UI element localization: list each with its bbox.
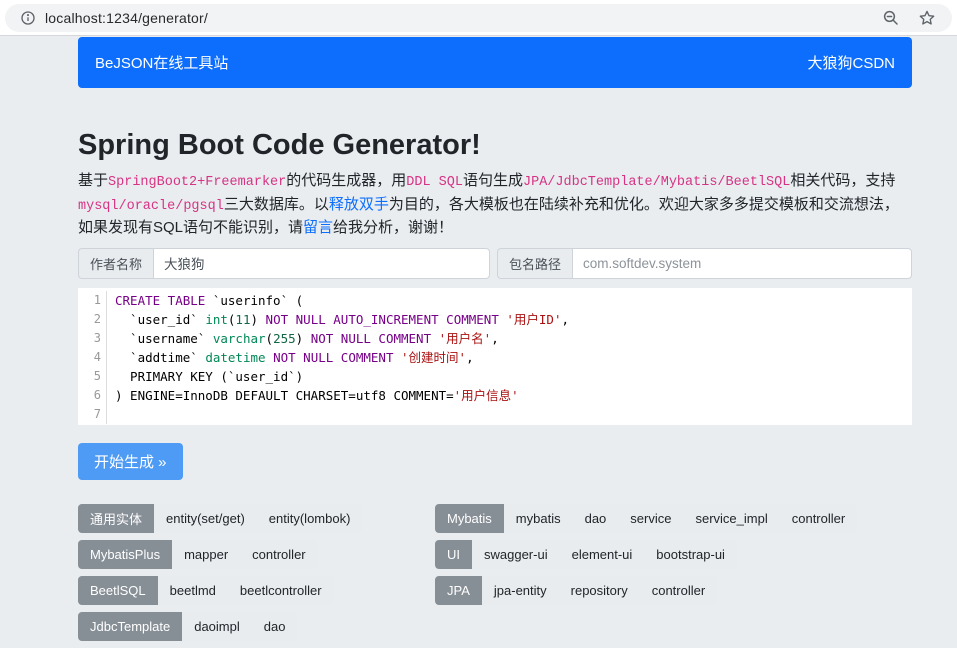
author-label: 作者名称: [78, 248, 153, 279]
template-item-button[interactable]: dao: [252, 612, 298, 641]
template-item-button[interactable]: beetlmd: [158, 576, 228, 605]
zoom-out-icon[interactable]: [878, 5, 904, 31]
code-line-content: ) ENGINE=InnoDB DEFAULT CHARSET=utf8 COM…: [107, 386, 519, 405]
line-number: 7: [78, 405, 107, 424]
code-span: DDL SQL: [406, 175, 463, 190]
template-group-mybatisplus: MybatisPlusmappercontroller: [78, 540, 318, 569]
template-item-button[interactable]: mapper: [172, 540, 240, 569]
address-bar[interactable]: localhost:1234/generator/: [5, 4, 952, 32]
template-item-button[interactable]: mybatis: [504, 504, 573, 533]
group-label-button[interactable]: UI: [435, 540, 472, 569]
template-item-button[interactable]: jpa-entity: [482, 576, 559, 605]
line-number: 3: [78, 329, 107, 348]
group-label-button[interactable]: JdbcTemplate: [78, 612, 182, 641]
template-item-button[interactable]: dao: [573, 504, 619, 533]
code-line-content: PRIMARY KEY (`user_id`): [107, 367, 303, 386]
description-text: 语句生成: [463, 172, 523, 189]
description-text: 三大数据库。以: [224, 196, 329, 213]
template-item-button[interactable]: controller: [240, 540, 317, 569]
template-item-button[interactable]: service: [618, 504, 683, 533]
navbar-csdn-link[interactable]: 大狼狗CSDN: [807, 52, 895, 73]
template-item-button[interactable]: entity(lombok): [257, 504, 363, 533]
template-item-button[interactable]: swagger-ui: [472, 540, 560, 569]
url-text[interactable]: localhost:1234/generator/: [45, 10, 878, 26]
description-text: 相关代码，支持: [790, 172, 895, 189]
navbar-brand-link[interactable]: BeJSON在线工具站: [95, 52, 228, 73]
template-group-jdbctemplate: JdbcTemplatedaoimpldao: [78, 612, 297, 641]
description: 基于SpringBoot2+Freemarker的代码生成器，用DDL SQL语…: [78, 170, 912, 239]
template-item-button[interactable]: controller: [640, 576, 717, 605]
template-item-button[interactable]: bootstrap-ui: [644, 540, 737, 569]
line-number: 4: [78, 348, 107, 367]
group-label-button[interactable]: 通用实体: [78, 504, 154, 533]
line-number: 5: [78, 367, 107, 386]
description-link[interactable]: 释放双手: [329, 196, 389, 213]
group-label-button[interactable]: BeetlSQL: [78, 576, 158, 605]
template-group-ui: UIswagger-uielement-uibootstrap-ui: [435, 540, 737, 569]
template-item-button[interactable]: beetlcontroller: [228, 576, 334, 605]
template-group-jpa: JPAjpa-entityrepositorycontroller: [435, 576, 717, 605]
package-input[interactable]: [572, 248, 912, 279]
package-label: 包名路径: [497, 248, 572, 279]
line-number: 6: [78, 386, 107, 405]
template-item-button[interactable]: controller: [780, 504, 857, 533]
template-group-beetlsql: BeetlSQLbeetlmdbeetlcontroller: [78, 576, 334, 605]
template-groups-right-column: Mybatismybatisdaoserviceservice_implcont…: [435, 504, 912, 648]
description-text: 给我分析，谢谢！: [333, 219, 453, 236]
generate-button[interactable]: 开始生成 »: [78, 443, 183, 480]
template-item-button[interactable]: service_impl: [683, 504, 779, 533]
template-groups: 通用实体entity(set/get)entity(lombok) Mybatis…: [78, 504, 912, 648]
line-number: 2: [78, 310, 107, 329]
form-row: 作者名称 包名路径: [78, 248, 912, 279]
template-item-button[interactable]: daoimpl: [182, 612, 252, 641]
info-icon[interactable]: [15, 5, 41, 31]
author-input[interactable]: [153, 248, 490, 279]
page-title: Spring Boot Code Generator!: [78, 128, 912, 162]
code-line[interactable]: 2 `user_id` int(11) NOT NULL AUTO_INCREM…: [78, 310, 912, 329]
package-input-group: 包名路径: [497, 248, 912, 279]
code-line[interactable]: 3 `username` varchar(255) NOT NULL COMME…: [78, 329, 912, 348]
code-line-content: `user_id` int(11) NOT NULL AUTO_INCREMEN…: [107, 310, 569, 329]
code-line[interactable]: 5 PRIMARY KEY (`user_id`): [78, 367, 912, 386]
template-group-mybatis: Mybatismybatisdaoserviceservice_implcont…: [435, 504, 857, 533]
code-line[interactable]: 4 `addtime` datetime NOT NULL COMMENT '创…: [78, 348, 912, 367]
code-line[interactable]: 1CREATE TABLE `userinfo` (: [78, 291, 912, 310]
page-container: BeJSON在线工具站 大狼狗CSDN Spring Boot Code Gen…: [78, 37, 912, 648]
code-line-content: CREATE TABLE `userinfo` (: [107, 291, 303, 310]
template-item-button[interactable]: repository: [559, 576, 640, 605]
description-text: 的代码生成器，用: [286, 172, 406, 189]
code-span: JPA/JdbcTemplate/Mybatis/BeetlSQL: [523, 175, 790, 190]
code-line-content: [107, 405, 115, 424]
template-groups-left-column: 通用实体entity(set/get)entity(lombok) Mybatis…: [78, 504, 435, 648]
code-line[interactable]: 7: [78, 405, 912, 424]
description-link[interactable]: 留言: [303, 219, 333, 236]
description-text: 基于: [78, 172, 108, 189]
line-number: 1: [78, 291, 107, 310]
group-label-button[interactable]: Mybatis: [435, 504, 504, 533]
sql-code-editor[interactable]: 1CREATE TABLE `userinfo` (2 `user_id` in…: [78, 288, 912, 425]
group-label-button[interactable]: MybatisPlus: [78, 540, 172, 569]
star-icon[interactable]: [914, 5, 940, 31]
code-span: SpringBoot2+Freemarker: [108, 175, 286, 190]
template-item-button[interactable]: element-ui: [560, 540, 645, 569]
code-line[interactable]: 6) ENGINE=InnoDB DEFAULT CHARSET=utf8 CO…: [78, 386, 912, 405]
group-label-button[interactable]: JPA: [435, 576, 482, 605]
code-line-content: `username` varchar(255) NOT NULL COMMENT…: [107, 329, 499, 348]
author-input-group: 作者名称: [78, 248, 490, 279]
navbar: BeJSON在线工具站 大狼狗CSDN: [78, 37, 912, 88]
template-group-通用实体: 通用实体entity(set/get)entity(lombok): [78, 504, 362, 533]
code-line-content: `addtime` datetime NOT NULL COMMENT '创建时…: [107, 348, 474, 367]
code-span: mysql/oracle/pgsql: [78, 199, 224, 214]
template-item-button[interactable]: entity(set/get): [154, 504, 257, 533]
browser-chrome: localhost:1234/generator/: [0, 0, 957, 36]
